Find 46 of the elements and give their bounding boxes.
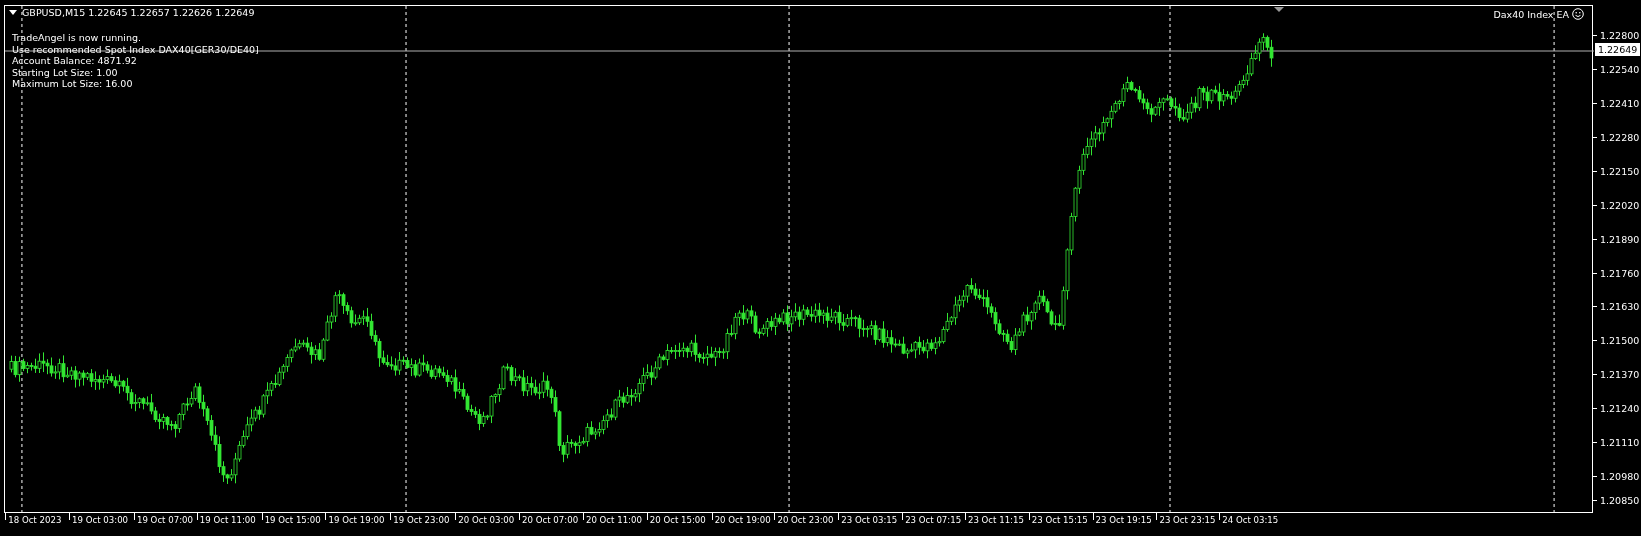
- dropdown-icon[interactable]: [9, 10, 17, 15]
- time-label: 20 Oct 07:00: [522, 515, 579, 525]
- time-label: 20 Oct 11:00: [585, 515, 642, 525]
- time-label: 23 Oct 11:15: [967, 515, 1024, 525]
- time-label: 23 Oct 15:15: [1031, 515, 1088, 525]
- time-label: 19 Oct 19:00: [328, 515, 385, 525]
- price-label: 1.21890: [1600, 233, 1640, 245]
- time-label: 20 Oct 19:00: [714, 515, 771, 525]
- price-label: 1.21630: [1600, 301, 1640, 313]
- time-label: 19 Oct 11:00: [199, 515, 256, 525]
- time-label: 20 Oct 03:00: [458, 515, 515, 525]
- price-label: 1.22020: [1600, 199, 1640, 211]
- status-message: Starting Lot Size: 1.00: [12, 66, 119, 78]
- time-label: 19 Oct 23:00: [393, 515, 450, 525]
- price-label: 1.22410: [1600, 98, 1640, 109]
- time-label: 20 Oct 23:00: [777, 515, 834, 525]
- time-label: 19 Oct 07:00: [136, 515, 193, 525]
- time-label: 23 Oct 19:15: [1095, 515, 1152, 525]
- symbol-header: GBPUSD,M15 1.22645 1.22657 1.22626 1.22649: [22, 7, 255, 18]
- smiley-icon: [1572, 8, 1584, 20]
- price-label: 1.21240: [1600, 403, 1640, 415]
- time-label: 23 Oct 03:15: [841, 515, 898, 525]
- price-label: 1.22150: [1600, 165, 1640, 177]
- time-label: 19 Oct 03:00: [72, 515, 129, 525]
- status-message: TradeAngel is now running.: [12, 32, 142, 44]
- price-label: 1.20850: [1600, 495, 1640, 506]
- price-label: 1.21500: [1600, 335, 1640, 347]
- price-label: 1.21760: [1600, 267, 1640, 279]
- time-label: 23 Oct 07:15: [905, 515, 962, 525]
- status-message: Use recommended Spot Index DAX40[GER30/DE40]: [12, 43, 259, 55]
- time-label: 19 Oct 15:00: [264, 515, 321, 525]
- price-label: 1.20980: [1600, 470, 1640, 482]
- status-message: Account Balance: 4871.92: [12, 55, 138, 67]
- price-label: 1.22540: [1600, 64, 1640, 76]
- status-message: Maximum Lot Size: 16.00: [12, 78, 134, 90]
- expert-label: Dax40 Index EA: [1493, 8, 1569, 20]
- price-label: 1.21110: [1600, 437, 1640, 448]
- time-label: 20 Oct 15:00: [649, 515, 706, 525]
- price-label: 1.21370: [1600, 369, 1640, 381]
- time-label: 18 Oct 2023: [8, 515, 62, 525]
- price-label: 1.22280: [1600, 131, 1640, 143]
- time-label: 24 Oct 03:15: [1222, 515, 1279, 525]
- price-label: 1.22800: [1600, 30, 1640, 42]
- time-label: 23 Oct 23:15: [1159, 515, 1216, 525]
- current-price-label: 1.22649: [1595, 43, 1641, 56]
- marker-icon: [1274, 7, 1284, 12]
